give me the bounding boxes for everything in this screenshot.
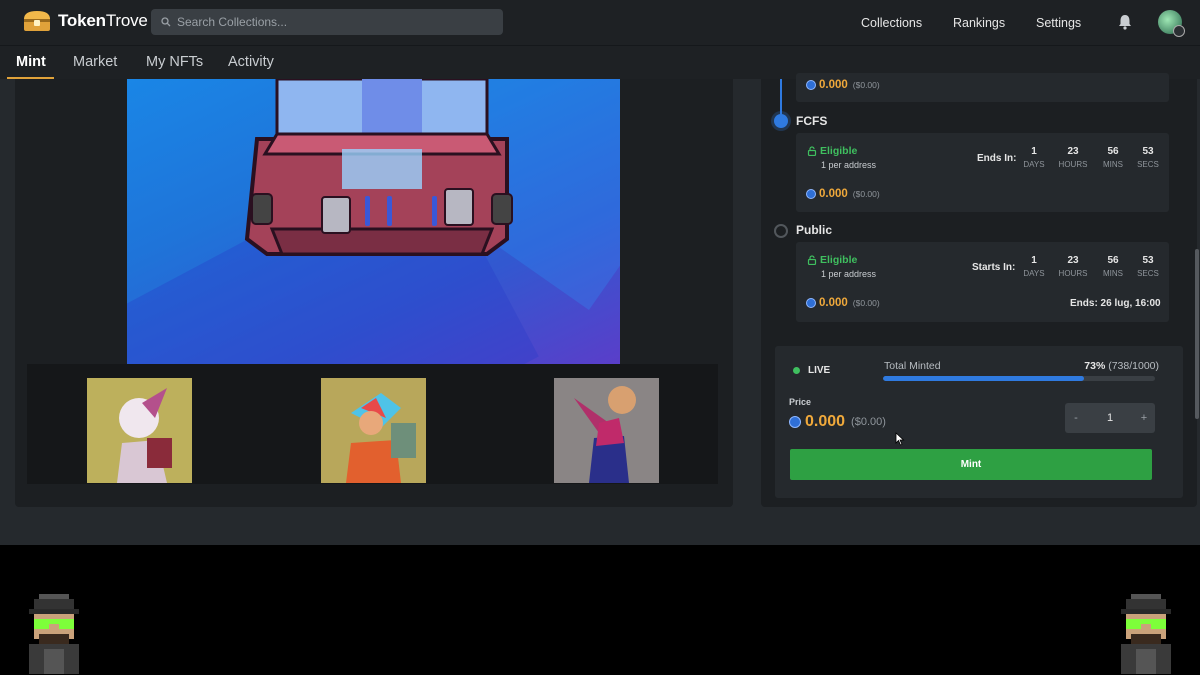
stage-card-fcfs: Eligible 1 per address Ends In: 1 DAYS 23… <box>796 133 1169 212</box>
nft-thumbnail-3[interactable] <box>554 378 659 483</box>
top-header: TokenTrove Collections Rankings Settings <box>0 0 1200 45</box>
bell-icon[interactable] <box>1116 13 1134 31</box>
stage-end-time: Ends: 26 lug, 16:00 <box>1070 298 1161 309</box>
stage-card-public: Eligible 1 per address Starts In: 1 DAYS … <box>796 242 1169 322</box>
countdown-days: 1 DAYS <box>1023 146 1045 169</box>
unlock-icon <box>807 146 817 156</box>
mint-stages-panel: 0.000 ($0.00) FCFS Eligible 1 per addres… <box>761 73 1197 507</box>
brand-name: TokenTrove <box>58 11 148 30</box>
mint-progress-bar <box>883 376 1155 381</box>
mouse-cursor-icon <box>895 432 905 446</box>
mint-machine-illustration <box>244 79 513 256</box>
eligible-status: Eligible <box>807 254 857 266</box>
wallet-badge-icon <box>1173 25 1185 37</box>
mint-box: LIVE Total Minted 73% (738/1000) Price 0… <box>775 346 1183 498</box>
timeline-dot-public <box>774 224 788 238</box>
eligible-status: Eligible <box>807 145 857 157</box>
user-avatar[interactable] <box>1158 10 1185 37</box>
total-minted-label: Total Minted <box>884 360 941 372</box>
main-content: 0.000 ($0.00) FCFS Eligible 1 per addres… <box>0 73 1200 545</box>
quantity-stepper[interactable]: - + <box>1065 403 1155 433</box>
mint-limit: 1 per address <box>821 160 877 170</box>
stage-title-public: Public <box>796 223 833 237</box>
pixel-avatar-left <box>29 594 79 674</box>
countdown-mins: 56 MINS <box>1103 146 1123 169</box>
search-input[interactable] <box>177 15 497 29</box>
countdown-hours: 23 HOURS <box>1058 255 1088 278</box>
coin-icon <box>806 189 816 199</box>
countdown-secs: 53 SECS <box>1137 255 1159 278</box>
countdown-mins: 56 MINS <box>1103 255 1123 278</box>
price-label: Price <box>789 397 812 407</box>
stage-price: 0.000 <box>819 297 848 309</box>
tab-mint[interactable]: Mint <box>16 54 46 70</box>
coin-icon <box>806 80 816 90</box>
search-icon <box>161 17 171 27</box>
nav-rankings[interactable]: Rankings <box>953 0 1005 45</box>
countdown-hours: 23 HOURS <box>1058 146 1088 169</box>
stage-price-usd: ($0.00) <box>852 298 880 308</box>
stage-price: 0.000 <box>819 188 848 200</box>
search-bar[interactable] <box>151 9 503 35</box>
nav-settings[interactable]: Settings <box>1036 0 1081 45</box>
countdown-label: Starts In: <box>972 262 1016 273</box>
mint-limit: 1 per address <box>821 269 877 279</box>
hero-image <box>127 79 620 364</box>
coin-icon <box>806 298 816 308</box>
tab-activity[interactable]: Activity <box>228 54 274 70</box>
total-minted-value: 73% (738/1000) <box>1084 360 1159 372</box>
mint-button[interactable]: Mint <box>790 449 1152 480</box>
pixel-avatar-right <box>1121 594 1171 674</box>
timeline-dot-fcfs <box>774 114 788 128</box>
countdown-days: 1 DAYS <box>1023 255 1045 278</box>
brand-logo[interactable]: TokenTrove <box>22 9 148 33</box>
page-scrollbar[interactable] <box>1195 249 1199 419</box>
stage-card-previous: 0.000 ($0.00) <box>796 73 1169 102</box>
stage-price-usd: ($0.00) <box>852 189 880 199</box>
nft-thumbnail-2[interactable] <box>321 378 426 483</box>
mint-price: 0.000 ($0.00) <box>789 413 886 431</box>
live-status: LIVE <box>808 365 831 376</box>
nav-collections[interactable]: Collections <box>861 0 922 45</box>
stage-title-fcfs: FCFS <box>796 114 828 128</box>
coin-icon <box>789 416 801 428</box>
nft-thumbnail-1[interactable] <box>87 378 192 483</box>
tab-my-nfts[interactable]: My NFTs <box>146 54 203 70</box>
live-indicator-icon <box>793 367 800 374</box>
unlock-icon <box>807 255 817 265</box>
decrement-button[interactable]: - <box>1065 412 1087 424</box>
quantity-input[interactable] <box>1087 412 1133 424</box>
tab-market[interactable]: Market <box>73 54 117 70</box>
treasure-chest-icon <box>24 11 50 31</box>
stage-price: 0.000 <box>819 79 848 91</box>
nft-thumbnail-strip <box>27 364 718 484</box>
stage-price-usd: ($0.00) <box>852 80 880 90</box>
collection-preview-panel <box>15 79 733 507</box>
increment-button[interactable]: + <box>1133 412 1155 424</box>
video-overlay-area <box>0 545 1200 675</box>
countdown-secs: 53 SECS <box>1137 146 1159 169</box>
countdown-label: Ends In: <box>977 153 1017 164</box>
